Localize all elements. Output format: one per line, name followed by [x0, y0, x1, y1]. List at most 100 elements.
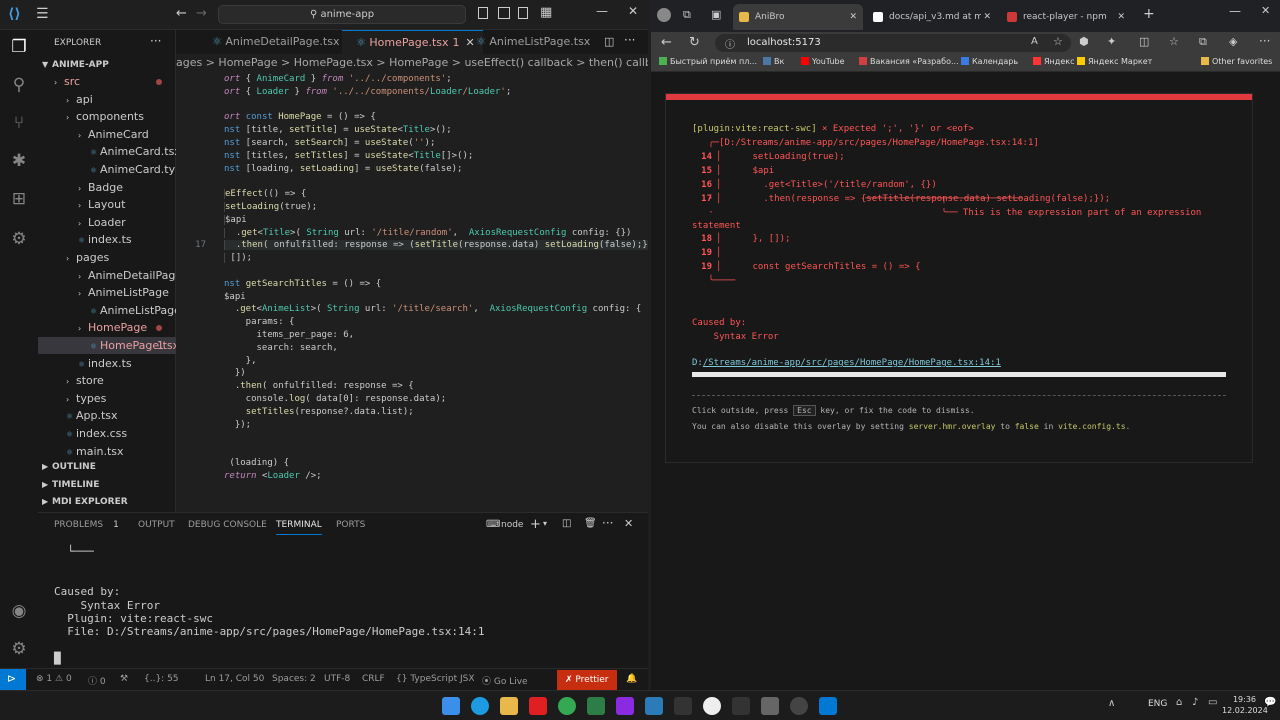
code-line[interactable]: nst [titles, setTitles] = useState<Title… [224, 151, 473, 161]
browser-tab[interactable]: react-player - npm ✕ [1001, 4, 1131, 30]
code-line[interactable]: $api [224, 214, 247, 225]
browser-close-icon[interactable]: ✕ [1261, 4, 1270, 17]
language-indicator[interactable]: ENG [1148, 699, 1167, 709]
telegram-icon[interactable] [645, 697, 663, 715]
sidebar-section[interactable]: ▶ OUTLINE [38, 458, 176, 475]
manage-gear-icon[interactable]: ⚙ [8, 638, 30, 660]
braces-indicator[interactable]: {..}: 55 [144, 674, 179, 684]
bookmark-item[interactable]: Other favorites [1201, 57, 1272, 66]
info-indicator[interactable]: ⓘ 0 [88, 674, 106, 687]
code-line[interactable]: search: search, [224, 343, 338, 353]
folder-item[interactable]: › src [38, 73, 176, 90]
root-folder[interactable]: ▼ ANIME-APP [38, 56, 176, 73]
problems-indicator[interactable]: ⊗ 1 ⚠ 0 [36, 674, 72, 684]
encoding[interactable]: UTF-8 [324, 674, 350, 684]
extensions-puzzle-icon[interactable]: ✦ [1107, 35, 1116, 48]
close-browser-tab-icon[interactable]: ✕ [849, 4, 857, 30]
folder-item[interactable]: › store [38, 372, 176, 389]
folder-item[interactable]: › api [38, 91, 176, 108]
favorites-icon[interactable]: ☆ [1169, 35, 1179, 48]
prettier-button[interactable]: ✗ Prettier [557, 670, 617, 690]
debug-icon[interactable]: ✱ [8, 150, 30, 172]
account-icon[interactable]: ◉ [8, 600, 30, 622]
battery-icon[interactable]: ▭ [1208, 697, 1217, 708]
terminal-shell-name[interactable]: node [501, 520, 523, 530]
terminal-dropdown-icon[interactable]: ▾ [543, 519, 547, 528]
command-search[interactable]: ⚲ anime-app [218, 5, 466, 24]
notification-center-icon[interactable]: 💬 [1264, 697, 1276, 708]
folder-item[interactable]: › AnimeDetailPage [38, 267, 176, 284]
folder-item[interactable]: › AnimeListPage [38, 284, 176, 301]
code-line[interactable]: }) [224, 368, 246, 378]
vite-error-overlay[interactable]: [plugin:vite:react-swc] × Expected ';', … [666, 94, 1252, 462]
tray-chevron-icon[interactable]: ∧ [1108, 698, 1115, 709]
split-screen-icon[interactable]: ◫ [1139, 35, 1149, 48]
settings-more-icon[interactable]: ··· [1259, 34, 1270, 48]
editor-tab[interactable]: ⚛ AnimeDetailPage.tsx [198, 30, 347, 54]
code-line[interactable]: .then( onfulfilled: response => { [224, 381, 414, 391]
indentation[interactable]: Spaces: 2 [272, 674, 316, 684]
code-line[interactable]: setLoading(true); [224, 202, 317, 212]
layout-icon[interactable]: ▦ [540, 5, 552, 20]
code-line[interactable]: ort { AnimeCard } from '../../components… [224, 74, 452, 84]
volume-icon[interactable]: ♪ [1192, 697, 1198, 708]
read-aloud-icon[interactable]: A [1031, 36, 1038, 47]
code-line[interactable]: $api [224, 292, 246, 302]
code-line[interactable]: params: { [224, 317, 295, 327]
file-item[interactable]: ⚛AnimeCard.types.ts [38, 161, 176, 178]
code-line[interactable]: .get<Title>( String url: '/title/random'… [224, 227, 631, 238]
workspaces-icon[interactable]: ⧉ [683, 8, 691, 22]
code-line[interactable]: setTitles(response?.data.list); [224, 407, 414, 417]
terminal-app-icon[interactable] [587, 697, 605, 715]
edge-icon[interactable] [471, 697, 489, 715]
notifications-icon[interactable]: 🔔 [626, 674, 637, 684]
toggle-sidebar-icon[interactable] [478, 7, 488, 19]
minimize-icon[interactable]: — [596, 4, 608, 18]
panel-tab[interactable]: TERMINAL [276, 520, 322, 535]
trash-icon[interactable]: 🗑 [584, 518, 597, 529]
code-line[interactable]: ort { Loader } from '../../components/Lo… [224, 87, 511, 97]
remote-icon[interactable]: ⚙ [8, 228, 30, 250]
code-line[interactable]: eEffect(() => { [224, 189, 306, 200]
cursor-position[interactable]: Ln 17, Col 50 [205, 674, 264, 684]
vscode-taskbar-icon[interactable] [819, 697, 837, 715]
file-item[interactable]: ⚛ index.css [38, 425, 176, 442]
bookmark-item[interactable]: Вакансия «Разрабо... [859, 57, 959, 66]
browser-minimize-icon[interactable]: — [1229, 4, 1241, 18]
back-arrow-icon[interactable]: ← [176, 6, 187, 21]
search-sidebar-icon[interactable]: ⚲ [8, 74, 30, 96]
close-window-icon[interactable]: ✕ [628, 4, 638, 18]
file-item[interactable]: ⚛AnimeListPage.tsx [38, 302, 176, 319]
info-icon[interactable]: ⓘ [725, 36, 735, 51]
clock[interactable]: 19:36 12.02.2024 [1222, 694, 1268, 716]
extensions-icon[interactable]: ⊞ [8, 188, 30, 210]
split-terminal-icon[interactable]: ◫ [562, 518, 571, 529]
chrome-icon[interactable] [558, 697, 576, 715]
language-mode[interactable]: {} TypeScript JSX [396, 674, 475, 684]
split-editor-icon[interactable]: ◫ [604, 35, 614, 48]
toggle-secondary-sidebar-icon[interactable] [518, 7, 528, 19]
collections-icon[interactable]: ⧉ [1199, 35, 1207, 49]
console-icon[interactable] [674, 697, 692, 715]
source-control-icon[interactable]: ⑂ [8, 112, 30, 134]
close-browser-tab-icon[interactable]: ✕ [1117, 4, 1125, 30]
code-line[interactable]: }, [224, 356, 257, 366]
folder-item[interactable]: › Loader [38, 214, 176, 231]
line-ending[interactable]: CRLF [362, 674, 385, 684]
file-item[interactable]: ⚛ AnimeCard.tsx [38, 143, 176, 160]
toggle-panel-icon[interactable] [498, 7, 510, 19]
go-live-button[interactable]: ⦿ Go Live [482, 674, 528, 687]
github-desktop-icon[interactable] [790, 697, 808, 715]
folder-item[interactable]: › pages [38, 249, 176, 266]
start-icon[interactable] [442, 697, 460, 715]
files-icon[interactable]: ❐ [8, 36, 30, 58]
close-browser-tab-icon[interactable]: ✕ [983, 4, 991, 30]
refresh-icon[interactable]: ↻ [689, 35, 700, 50]
code-line[interactable]: }); [224, 420, 251, 430]
more-actions-icon[interactable]: ··· [150, 34, 161, 48]
editor-more-icon[interactable]: ··· [624, 33, 635, 47]
bookmark-item[interactable]: Яндекс [1033, 57, 1074, 66]
sidebar-section[interactable]: ▶ MDI EXPLORER [38, 493, 176, 510]
url-field[interactable]: ⓘ localhost:5173 A ☆ [715, 34, 1071, 52]
panel-more-icon[interactable]: ··· [602, 516, 613, 530]
